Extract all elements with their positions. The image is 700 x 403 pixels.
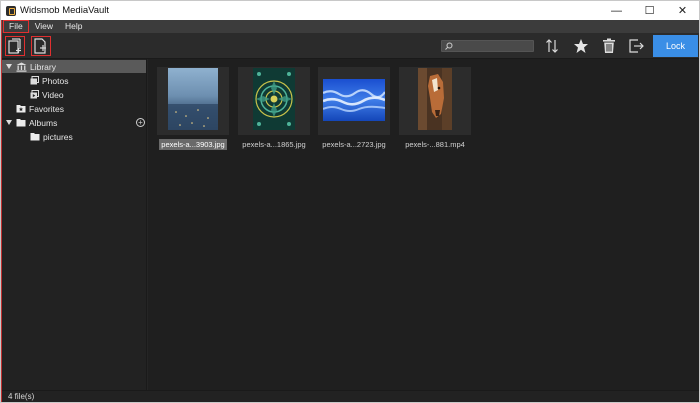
gallery-grid: pexels-a...3903.jpg pexels-a...1865.jpg	[148, 59, 699, 390]
sidebar: Library Photos Video Favorites Albums + …	[1, 59, 147, 390]
video-icon	[30, 90, 39, 99]
sidebar-item-label: Video	[42, 89, 64, 100]
sidebar-item-video[interactable]: Video	[30, 88, 64, 101]
sidebar-item-photos[interactable]: Photos	[30, 74, 68, 87]
file-name: pexels-a...1865.jpg	[242, 140, 306, 149]
sidebar-item-favorites[interactable]: Favorites	[16, 102, 64, 115]
menu-bar: File View Help	[1, 20, 699, 33]
sidebar-item-albums[interactable]: Albums	[1, 116, 57, 129]
file-thumbnail[interactable]: pexels-...881.mp4	[399, 67, 471, 155]
lock-button[interactable]: Lock	[653, 35, 698, 57]
file-name: pexels-a...3903.jpg	[159, 139, 227, 150]
close-button[interactable]: ✕	[666, 1, 699, 20]
video-preview	[418, 68, 452, 130]
sidebar-item-label: Albums	[29, 117, 58, 128]
sidebar-item-pictures[interactable]: pictures	[30, 130, 73, 143]
sort-icon	[546, 39, 558, 53]
file-thumbnail[interactable]: pexels-a...2723.jpg	[318, 67, 390, 155]
app-window: Widsmob MediaVault — ☐ ✕ File View Help	[0, 0, 700, 403]
star-icon	[574, 39, 588, 53]
title-bar: Widsmob MediaVault — ☐ ✕	[1, 1, 699, 20]
add-files-button[interactable]	[5, 36, 25, 56]
menu-help[interactable]: Help	[59, 20, 88, 33]
sidebar-item-library[interactable]: Library	[1, 60, 146, 73]
minimize-button[interactable]: —	[600, 1, 633, 20]
folder-icon	[30, 133, 40, 141]
add-files-icon	[8, 38, 21, 54]
window-border-accent	[1, 20, 2, 402]
expand-caret-icon[interactable]	[6, 64, 12, 69]
maximize-button[interactable]: ☐	[633, 1, 666, 20]
image-preview	[253, 68, 295, 130]
library-icon	[16, 62, 27, 72]
image-preview	[168, 68, 218, 130]
export-button[interactable]	[627, 36, 647, 56]
sidebar-item-label: Photos	[42, 75, 69, 86]
add-folder-button[interactable]	[31, 36, 51, 56]
add-folder-icon	[34, 38, 46, 54]
image-preview	[323, 79, 385, 121]
file-count: 4 file(s)	[8, 392, 35, 401]
add-album-button[interactable]: +	[136, 118, 145, 127]
search-box	[441, 40, 534, 52]
trash-icon	[603, 38, 615, 53]
delete-button[interactable]	[599, 36, 619, 56]
menu-file[interactable]: File	[3, 20, 29, 33]
sidebar-item-label: Favorites	[29, 103, 64, 114]
favorite-button[interactable]	[571, 36, 591, 56]
albums-folder-icon	[16, 119, 26, 127]
sort-button[interactable]	[542, 36, 562, 56]
plus-icon: +	[138, 118, 143, 127]
file-name: pexels-...881.mp4	[405, 140, 465, 149]
expand-caret-icon[interactable]	[6, 120, 12, 125]
file-thumbnail[interactable]: pexels-a...1865.jpg	[238, 67, 310, 155]
toolbar: Lock	[1, 33, 699, 59]
export-icon	[629, 39, 644, 53]
sidebar-item-label: pictures	[43, 131, 73, 142]
favorites-folder-icon	[16, 105, 26, 113]
search-input[interactable]	[455, 41, 533, 51]
sidebar-item-label: Library	[30, 61, 56, 72]
window-title: Widsmob MediaVault	[20, 5, 110, 16]
search-icon	[445, 42, 453, 50]
window-controls: — ☐ ✕	[600, 1, 699, 20]
file-name: pexels-a...2723.jpg	[322, 140, 386, 149]
status-bar: 4 file(s)	[1, 390, 699, 402]
photos-icon	[30, 76, 39, 85]
menu-view[interactable]: View	[29, 20, 59, 33]
app-logo-icon	[6, 5, 16, 16]
file-thumbnail[interactable]: pexels-a...3903.jpg	[157, 67, 229, 155]
